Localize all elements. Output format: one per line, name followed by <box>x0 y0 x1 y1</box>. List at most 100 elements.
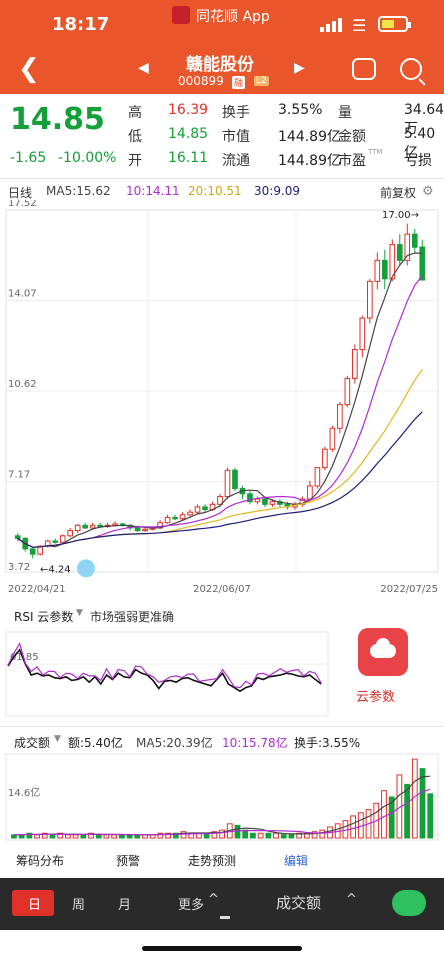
volume-bar <box>80 834 87 839</box>
wechat-icon[interactable] <box>392 890 426 916</box>
quote-field-label: 换手 <box>222 105 250 121</box>
candle-body <box>74 524 81 532</box>
period-label: 日线 <box>8 186 33 200</box>
status-bar: 18:17 同花顺 App ☰ <box>0 0 444 46</box>
tab-trend-forecast[interactable]: 走势预测 <box>188 852 236 869</box>
period-day[interactable]: 日 <box>28 894 41 913</box>
price-change: -1.65 <box>10 150 47 166</box>
candle-body <box>187 511 193 516</box>
adjust-label[interactable]: 前复权 <box>380 184 416 201</box>
quote-panel: 14.85 -1.65 -10.00% 高 16.39 换手 3.55% 量 34.64万… <box>0 94 444 178</box>
volume-bar <box>280 834 287 839</box>
chevron-down-icon[interactable]: ▼ <box>54 734 61 744</box>
volume-bar <box>234 824 241 839</box>
app-logo-icon <box>172 6 190 24</box>
candle-body <box>194 506 201 513</box>
candle-body <box>314 467 321 487</box>
rsi-chart[interactable]: 61.85 <box>0 630 330 720</box>
chevron-up-icon[interactable]: ^ <box>346 892 357 907</box>
candle-body <box>14 535 21 539</box>
period-month[interactable]: 月 <box>118 894 131 913</box>
tab-chip-distribution[interactable]: 筹码分布 <box>16 852 64 869</box>
volume-y-label: 14.6亿 <box>8 786 40 799</box>
stock-name: 赣能股份 <box>186 55 254 75</box>
volume-frame <box>5 753 439 841</box>
y-tick-label: 3.72 <box>8 562 30 573</box>
divider <box>0 726 444 727</box>
candle-body <box>396 244 403 261</box>
candle-body <box>352 349 358 379</box>
quote-field-label: 开 <box>128 153 142 169</box>
low-mark-label: ←4.24 <box>40 564 71 575</box>
candle-body <box>179 514 186 520</box>
candle-body <box>67 530 74 537</box>
volume-bar <box>118 834 125 839</box>
prev-stock-icon[interactable]: ◀ <box>138 60 149 76</box>
rsi-frame <box>5 631 329 717</box>
status-time: 18:17 <box>52 14 110 35</box>
candle-body <box>322 448 328 469</box>
rsi-line-2 <box>7 641 322 689</box>
x-tick-label: 2022/06/07 <box>193 584 251 595</box>
volume-bar <box>72 834 79 839</box>
quote-field-value: 144.89亿 <box>278 153 341 169</box>
candle-body <box>172 516 178 520</box>
candle-body <box>411 233 418 248</box>
candle-body <box>52 540 59 543</box>
candle-body <box>232 469 238 490</box>
period-week[interactable]: 周 <box>72 894 85 913</box>
quote-field-label: 量 <box>338 105 352 121</box>
stock-navbar: ❮ ◀ 赣能股份 000899 融 L2 ▶ <box>0 46 444 94</box>
app-name: 同花顺 App <box>196 9 270 25</box>
candle-body <box>142 528 148 532</box>
tab-edit[interactable]: 编辑 <box>284 852 308 869</box>
tab-alert[interactable]: 预警 <box>116 852 140 869</box>
candle-body <box>374 259 381 282</box>
quote-field-label: 市盈 <box>338 153 366 169</box>
volume-bar <box>111 834 118 839</box>
cloud-param-label[interactable]: 云参数 <box>356 686 395 705</box>
volume-title[interactable]: 成交额 <box>14 734 50 751</box>
rsi-title[interactable]: RSI 云参数 <box>14 608 73 625</box>
chevron-up-icon[interactable]: ^ <box>208 892 219 907</box>
volume-bar <box>427 793 434 839</box>
next-stock-icon[interactable]: ▶ <box>294 60 305 76</box>
volume-header: 成交额 ▼ 额:5.40亿 MA5:20.39亿 10:15.78亿 换手:3.… <box>0 730 444 752</box>
y-tick-label: 7.17 <box>8 470 30 481</box>
y-tick-label: 10.62 <box>8 379 37 390</box>
quote-field-label: 流通 <box>222 153 250 169</box>
candle-body <box>344 377 351 406</box>
home-indicator <box>142 946 302 951</box>
ma10-value: 10:14.11 <box>126 184 180 198</box>
indicator-selector[interactable]: 成交额 <box>276 892 321 913</box>
candle-body <box>224 469 231 497</box>
candle-body <box>134 527 141 532</box>
high-mark-label: 17.00→ <box>382 210 419 221</box>
ma20-line <box>17 368 423 548</box>
volume-bar <box>404 783 410 839</box>
candle-body <box>359 317 366 351</box>
more-periods[interactable]: 更多 <box>178 894 204 913</box>
ma-legend: 日线 MA5:15.62 10:14.11 20:10.51 30:9.09 前… <box>0 180 444 202</box>
assistant-robot-icon[interactable] <box>352 58 376 80</box>
battery-icon <box>378 16 411 32</box>
volume-bar <box>257 832 264 839</box>
turnover-value: 换手:3.55% <box>294 736 361 750</box>
quote-field-label: 市值 <box>222 129 250 145</box>
volume-ma5: MA5:20.39亿 <box>136 736 213 750</box>
candle-body <box>381 259 388 280</box>
gear-icon[interactable]: ⚙ <box>422 184 434 199</box>
chevron-down-icon[interactable]: ▼ <box>76 608 83 618</box>
volume-ma10: 10:15.78亿 <box>222 736 288 750</box>
candle-body <box>329 427 336 450</box>
kline-chart[interactable]: 17.52 14.07 10.62 7.17 3.72 2022/04/21 2022/06… <box>0 200 444 600</box>
volume-bar <box>350 815 357 839</box>
cloud-param-button[interactable] <box>358 628 408 676</box>
volume-bar <box>242 829 249 839</box>
volume-bar <box>265 832 272 839</box>
candle-body <box>89 524 96 529</box>
volume-chart[interactable]: 14.6亿 <box>0 752 444 844</box>
search-icon[interactable] <box>400 58 422 80</box>
stock-code: 000899 <box>178 74 224 88</box>
back-icon[interactable]: ❮ <box>18 54 40 84</box>
